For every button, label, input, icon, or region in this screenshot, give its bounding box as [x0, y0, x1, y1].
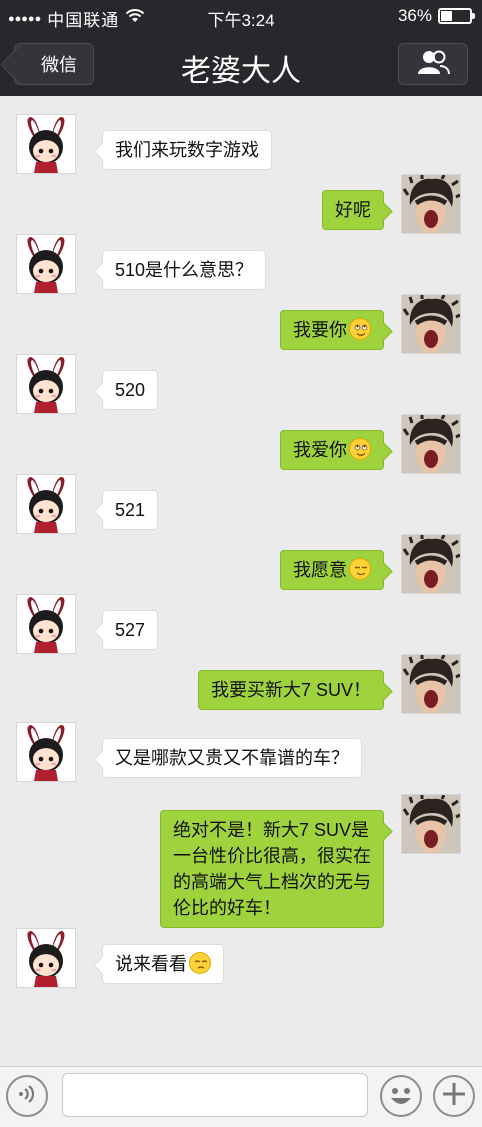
- message-bubble[interactable]: 521: [102, 490, 159, 530]
- status-bar: ●●●●● 中国联通 下午3:24 36%: [0, 0, 482, 34]
- message-bubble[interactable]: 绝对不是！新大7 SUV是 一台性价比很高，很实在 的高端大气上档次的无与 伦比…: [160, 810, 384, 928]
- battery-level-fill: [441, 11, 452, 21]
- message-text: 又是哪款又贵又不靠谱的车？: [115, 748, 349, 768]
- contact-avatar[interactable]: [16, 114, 76, 174]
- message-text: 绝对不是！新大7 SUV是 一台性价比很高，很实在 的高端大气上档次的无与 伦比…: [173, 820, 371, 918]
- message-bubble[interactable]: 527: [102, 610, 159, 650]
- smile-eyes-up-icon: [349, 438, 371, 460]
- content-smile-icon: [349, 558, 371, 580]
- emoji-picker-button[interactable]: [380, 1075, 422, 1117]
- message-text: 527: [115, 620, 146, 640]
- contact-avatar[interactable]: [16, 234, 76, 294]
- message-text: 我爱你: [293, 440, 347, 460]
- my-avatar[interactable]: [401, 174, 461, 234]
- message-text: 我们来玩数字游戏: [115, 140, 259, 160]
- smiley-icon: [382, 1088, 420, 1119]
- nav-bar: 微信 老婆大人: [0, 34, 482, 96]
- message-bubble[interactable]: 好呢: [322, 190, 384, 230]
- input-bar: [0, 1066, 482, 1127]
- message-text: 好呢: [335, 200, 371, 220]
- message-bubble[interactable]: 说来看看: [102, 944, 224, 984]
- message-bubble[interactable]: 又是哪款又贵又不靠谱的车？: [102, 738, 362, 778]
- voice-input-button[interactable]: [6, 1075, 48, 1117]
- message-bubble[interactable]: 我们来玩数字游戏: [102, 130, 272, 170]
- message-bubble[interactable]: 我爱你: [280, 430, 384, 470]
- voice-icon: [15, 1082, 39, 1111]
- message-bubble[interactable]: 我愿意: [280, 550, 384, 590]
- contact-avatar[interactable]: [16, 928, 76, 988]
- contact-avatar[interactable]: [16, 722, 76, 782]
- my-avatar[interactable]: [401, 294, 461, 354]
- smile-eyes-up-icon: [349, 318, 371, 340]
- contact-avatar[interactable]: [16, 354, 76, 414]
- battery-group: 36%: [397, 6, 475, 26]
- plus-icon: [441, 1081, 467, 1112]
- my-avatar[interactable]: [401, 534, 461, 594]
- contact-avatar[interactable]: [16, 594, 76, 654]
- message-text: 521: [115, 500, 146, 520]
- message-text: 我愿意: [293, 560, 347, 580]
- message-text: 我要买新大7 SUV！: [210, 680, 371, 700]
- battery-percent: 36%: [397, 6, 432, 25]
- message-text: 说来看看: [115, 954, 187, 974]
- message-bubble[interactable]: 我要买新大7 SUV！: [197, 670, 384, 710]
- my-avatar[interactable]: [401, 654, 461, 714]
- message-text: 510是什么意思？: [115, 260, 254, 280]
- message-input[interactable]: [62, 1073, 368, 1117]
- message-bubble[interactable]: 510是什么意思？: [102, 250, 267, 290]
- message-text: 520: [115, 380, 146, 400]
- my-avatar[interactable]: [401, 794, 461, 854]
- chat-info-button[interactable]: [398, 43, 468, 85]
- chat-message-list[interactable]: 我们来玩数字游戏好呢 510是什么意思？ 我要你 520 我爱你 521 我愿意 527 我要买…: [0, 96, 482, 1066]
- my-avatar[interactable]: [401, 414, 461, 474]
- battery-icon: [438, 8, 475, 24]
- message-bubble[interactable]: 我要你: [280, 310, 384, 350]
- contact-avatar[interactable]: [16, 474, 76, 534]
- relieved-icon: [189, 952, 211, 974]
- message-bubble[interactable]: 520: [102, 370, 159, 410]
- message-text: 我要你: [293, 320, 347, 340]
- more-actions-button[interactable]: [433, 1075, 475, 1117]
- contacts-icon: [416, 49, 450, 80]
